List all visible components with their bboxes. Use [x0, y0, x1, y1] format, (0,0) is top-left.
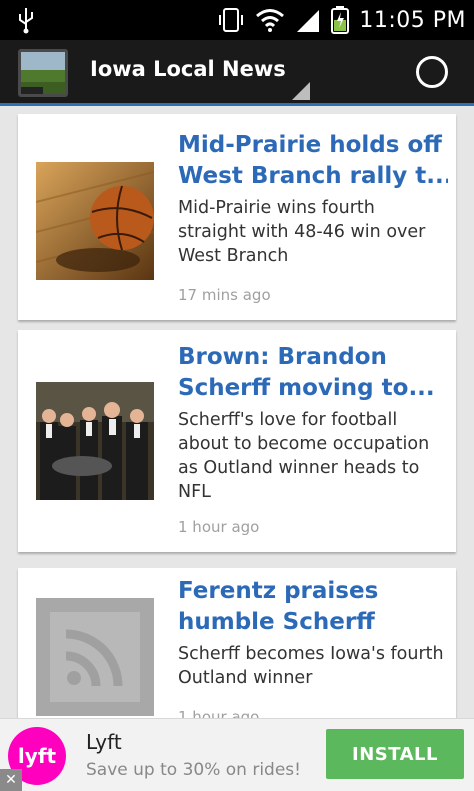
status-time: 11:05 PM — [359, 7, 466, 33]
group-photo — [36, 382, 154, 500]
install-button[interactable]: INSTALL — [326, 729, 464, 779]
article-card[interactable]: Mid-Prairie holds off West Branch rally … — [18, 114, 456, 320]
battery-icon — [331, 6, 350, 34]
ad-banner[interactable]: lyft Lyft Save up to 30% on rides! INSTA… — [0, 718, 474, 791]
article-time: 17 mins ago — [178, 286, 271, 304]
ad-subtitle[interactable]: Save up to 30% on rides! — [86, 760, 301, 780]
rss-placeholder-icon — [36, 598, 154, 716]
refresh-icon[interactable] — [416, 56, 448, 88]
article-time: 1 hour ago — [178, 518, 260, 536]
vibrate-icon — [219, 8, 244, 32]
status-bar: 11:05 PM — [0, 0, 474, 40]
close-ad-icon[interactable]: ✕ — [0, 769, 22, 791]
article-headline[interactable]: Brown: Brandon Scherff moving to... — [178, 342, 448, 404]
headline-line-1: Brown: Brandon — [178, 344, 387, 370]
dropdown-indicator-icon — [292, 82, 310, 100]
headline-line-2: Scherff moving to... — [178, 375, 435, 401]
usb-icon — [19, 8, 33, 34]
app-title[interactable]: Iowa Local News — [90, 57, 286, 81]
article-headline[interactable]: Mid-Prairie holds off West Branch rally … — [178, 130, 448, 192]
headline-line-2: humble Scherff — [178, 609, 375, 635]
article-summary: Mid-Prairie wins fourth straight with 48… — [178, 198, 426, 266]
article-card[interactable]: Ferentz praises humble Scherff Scherff b… — [18, 568, 456, 718]
article-time: 1 hour ago — [178, 708, 260, 718]
headline-line-1: Mid-Prairie holds off — [178, 132, 442, 158]
article-summary: Scherff becomes Iowa's fourth Outland wi… — [178, 644, 444, 688]
basketball-photo — [36, 162, 154, 280]
ad-title[interactable]: Lyft — [86, 730, 122, 754]
signal-icon — [297, 10, 320, 32]
wifi-icon — [256, 9, 285, 32]
article-card[interactable]: Brown: Brandon Scherff moving to... Sche… — [18, 330, 456, 552]
app-bar: Iowa Local News — [0, 40, 474, 106]
article-summary: Scherff's love for football about to bec… — [178, 410, 430, 502]
app-logo[interactable] — [18, 49, 68, 97]
headline-line-1: Ferentz praises — [178, 578, 379, 604]
article-headline[interactable]: Ferentz praises humble Scherff — [178, 576, 448, 638]
news-feed[interactable]: Mid-Prairie holds off West Branch rally … — [0, 106, 474, 718]
headline-line-2: West Branch rally t... — [178, 163, 448, 189]
